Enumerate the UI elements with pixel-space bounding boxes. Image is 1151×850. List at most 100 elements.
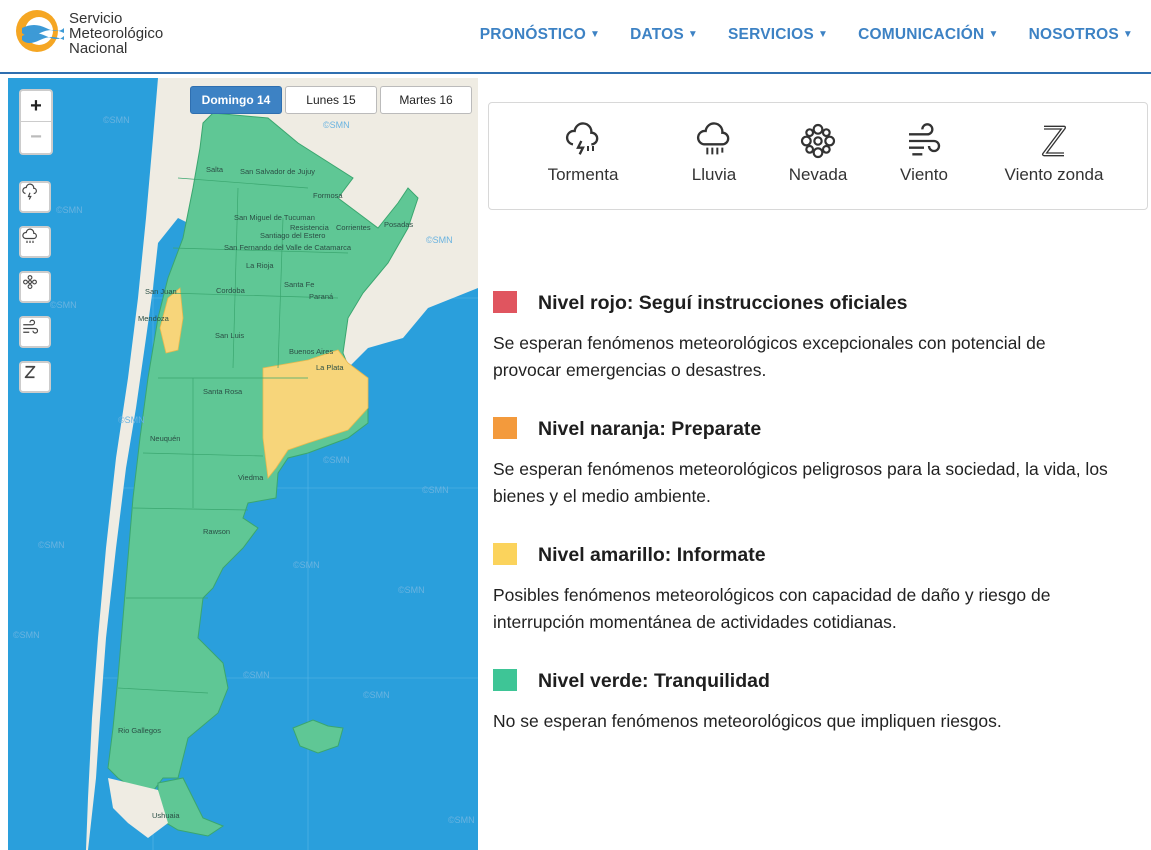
nav-datos-label: DATOS [630, 26, 684, 43]
day-tab-domingo[interactable]: Domingo 14 [190, 86, 282, 114]
city-label: Neuquén [150, 434, 180, 443]
chevron-down-icon: ▼ [1122, 29, 1133, 40]
phenomenon-label: Viento zonda [1004, 165, 1104, 184]
city-label: Mendoza [138, 314, 170, 323]
map-snow-filter[interactable] [19, 271, 51, 303]
level-title: Nivel rojo: Seguí instrucciones oficiale… [538, 292, 908, 314]
nav-comunicacion-label: COMUNICACIÓN [858, 26, 985, 43]
city-label: San Fernando del Valle de Catamarca [224, 243, 352, 252]
watermark: ©SMN [243, 670, 270, 680]
nav-pronostico-label: PRONÓSTICO [479, 26, 586, 43]
map-zonda-filter[interactable] [19, 361, 51, 393]
level-swatch-red [493, 291, 517, 313]
level-swatch-green [493, 669, 517, 691]
watermark: ©SMN [13, 630, 40, 640]
watermark: ©SMN [293, 560, 320, 570]
city-label: Cordoba [216, 286, 246, 295]
watermark: ©SMN [50, 300, 77, 310]
site-header: Servicio Meteorológico Nacional PRONÓSTI… [0, 0, 1151, 74]
city-label: Rio Gallegos [118, 726, 161, 735]
nav-nosotros-label: NOSOTROS [1028, 26, 1119, 43]
brand-line-1: Servicio [69, 10, 123, 27]
city-label: Salta [206, 165, 224, 174]
map-rain-filter[interactable] [19, 226, 51, 258]
phenomenon-viento-zonda[interactable]: Viento zonda [999, 121, 1109, 185]
city-label: Santiago del Estero [260, 231, 325, 240]
level-description: Se esperan fenómenos meteorológicos peli… [493, 459, 1108, 506]
city-label: Rawson [203, 527, 230, 536]
watermark: ©SMN [426, 235, 453, 245]
city-label: San Juan [145, 287, 177, 296]
phenomenon-label: Nevada [788, 165, 848, 184]
phenomenon-label: Viento [900, 165, 948, 184]
map-storm-filter[interactable] [19, 181, 51, 213]
snow-icon [23, 275, 37, 289]
level-title: Nivel amarillo: Informate [538, 544, 766, 566]
level-description: Se esperan fenómenos meteorológicos exce… [493, 333, 1046, 380]
map-wind-filter[interactable] [19, 316, 51, 348]
city-label: Viedma [238, 473, 264, 482]
level-description: No se esperan fenómenos meteorológicos q… [493, 711, 1002, 731]
alert-map[interactable]: Salta San Salvador de Jujuy Formosa San … [8, 78, 478, 850]
city-label: San Salvador de Jujuy [240, 167, 315, 176]
level-title: Nivel naranja: Preparate [538, 418, 762, 440]
smn-logo[interactable]: Servicio Meteorológico Nacional [14, 8, 194, 58]
level-swatch-orange [493, 417, 517, 439]
brand-line-3: Nacional [69, 40, 128, 57]
phenomenon-viento[interactable]: Viento [884, 121, 964, 185]
chevron-down-icon: ▼ [687, 29, 699, 40]
city-label: Corrientes [336, 223, 371, 232]
brand-line-2: Meteorológico [69, 25, 164, 42]
phenomena-panel: Tormenta Lluvia Nevada Viento Viento zon… [488, 102, 1148, 210]
watermark: ©SMN [103, 115, 130, 125]
day-tab-lunes[interactable]: Lunes 15 [285, 86, 377, 114]
zonda-icon [1042, 125, 1066, 157]
nav-servicios[interactable]: SERVICIOS ▼ [728, 26, 828, 44]
phenomenon-nevada[interactable]: Nevada [778, 121, 858, 185]
nav-nosotros[interactable]: NOSOTROS ▼ [1029, 26, 1133, 44]
zonda-icon [24, 365, 36, 379]
wind-icon [23, 319, 39, 334]
watermark: ©SMN [38, 540, 65, 550]
city-label: Buenos Aires [289, 347, 333, 356]
city-label: La Plata [316, 363, 344, 372]
zoom-out-button[interactable]: − [21, 122, 51, 152]
city-label: San Luis [215, 331, 244, 340]
chevron-down-icon: ▼ [988, 29, 999, 40]
chevron-down-icon: ▼ [817, 29, 829, 40]
map-canvas: Salta San Salvador de Jujuy Formosa San … [8, 78, 478, 850]
day-tab-martes[interactable]: Martes 16 [380, 86, 472, 114]
nav-datos[interactable]: DATOS ▼ [630, 26, 698, 44]
nav-comunicacion[interactable]: COMUNICACIÓN ▼ [858, 26, 999, 44]
malvinas-islands [292, 719, 344, 754]
rain-icon [697, 122, 730, 155]
day-selector: Domingo 14 Lunes 15 Martes 16 [190, 86, 472, 114]
watermark: ©SMN [118, 415, 145, 425]
zoom-control: + − [19, 89, 53, 155]
city-label: Santa Fe [284, 280, 314, 289]
main-nav: PRONÓSTICO ▼ DATOS ▼ SERVICIOS ▼ COMUNICACI… [480, 26, 1133, 44]
watermark: ©SMN [323, 455, 350, 465]
city-label: La Rioja [246, 261, 274, 270]
level-description: Posibles fenómenos meteorológicos con ca… [493, 585, 1051, 632]
watermark: ©SMN [56, 205, 83, 215]
watermark: ©SMN [363, 690, 390, 700]
phenomenon-lluvia[interactable]: Lluvia [674, 121, 754, 185]
nav-pronostico[interactable]: PRONÓSTICO ▼ [480, 26, 600, 44]
phenomenon-label: Tormenta [547, 165, 619, 184]
snow-icon [800, 123, 836, 159]
city-label: Santa Rosa [203, 387, 243, 396]
storm-icon [566, 122, 599, 155]
city-label: Posadas [384, 220, 413, 229]
city-label: Ushuaia [152, 811, 180, 820]
zoom-in-button[interactable]: + [21, 91, 51, 122]
tierra-del-fuego [157, 777, 225, 837]
storm-icon [22, 183, 37, 200]
nav-servicios-label: SERVICIOS [728, 26, 814, 43]
watermark: ©SMN [448, 815, 475, 825]
watermark: ©SMN [422, 485, 449, 495]
chevron-down-icon: ▼ [589, 29, 601, 40]
city-label: San Miguel de Tucuman [234, 213, 315, 222]
level-swatch-yellow [493, 543, 517, 565]
phenomenon-tormenta[interactable]: Tormenta [541, 121, 625, 185]
